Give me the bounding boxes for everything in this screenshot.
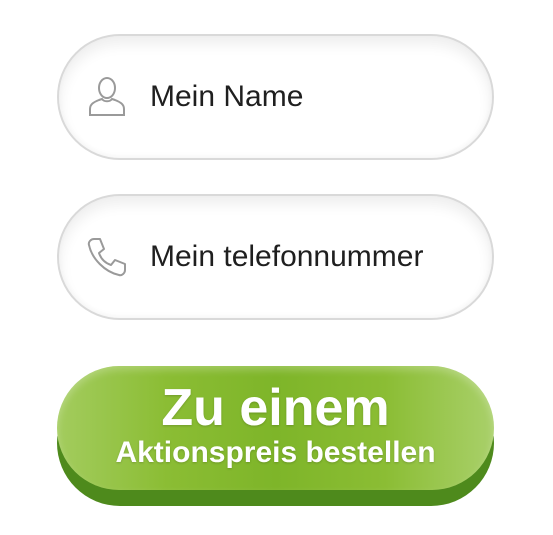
submit-button[interactable]: Zu einem Aktionspreis bestellen (57, 366, 494, 490)
phone-icon (85, 235, 129, 279)
phone-placeholder: Mein telefonnummer (150, 240, 424, 273)
name-placeholder: Mein Name (150, 80, 304, 113)
name-field[interactable]: Mein Name (57, 34, 494, 160)
submit-button-subtitle: Aktionspreis bestellen (115, 436, 436, 469)
phone-field[interactable]: Mein telefonnummer (57, 194, 494, 320)
submit-button-title: Zu einem (161, 379, 390, 437)
user-icon (85, 75, 129, 119)
